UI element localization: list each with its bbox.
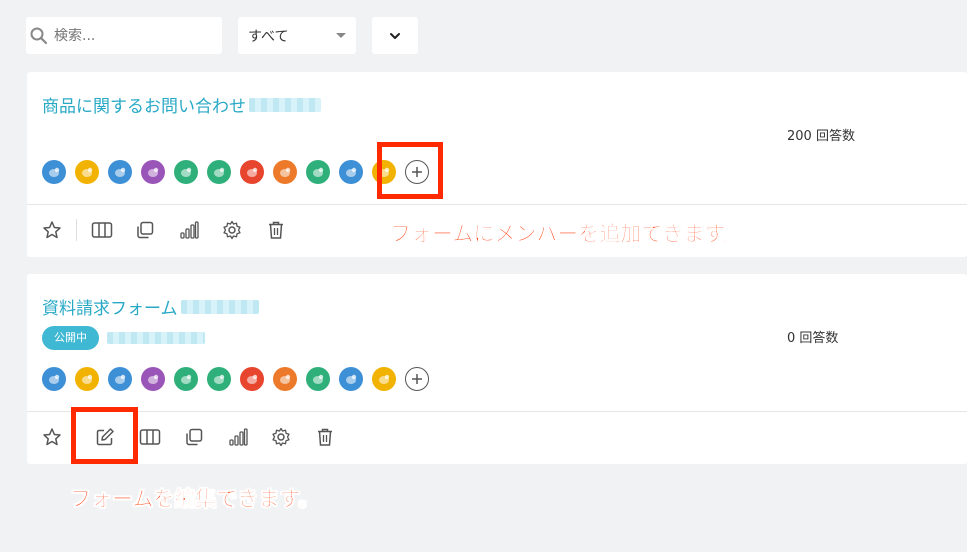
sort-dropdown-button[interactable] bbox=[372, 17, 418, 54]
member-avatar[interactable] bbox=[108, 160, 132, 184]
chevron-down-icon bbox=[390, 32, 400, 39]
member-avatar[interactable] bbox=[174, 160, 198, 184]
status-badge: 公開中 bbox=[42, 326, 99, 350]
member-avatar[interactable] bbox=[372, 367, 396, 391]
member-avatars bbox=[42, 367, 429, 391]
duplicate-icon[interactable] bbox=[184, 427, 204, 447]
duplicate-icon[interactable] bbox=[135, 220, 155, 240]
filter-select-value: すべて bbox=[248, 28, 289, 45]
member-avatars bbox=[42, 160, 429, 184]
caret-down-icon bbox=[336, 33, 346, 38]
card-actions bbox=[42, 219, 286, 241]
member-avatar[interactable] bbox=[141, 160, 165, 184]
card-divider bbox=[27, 411, 967, 412]
redacted-text bbox=[180, 299, 259, 314]
filter-select[interactable]: すべて bbox=[238, 17, 356, 54]
answer-count: 200 回答数 bbox=[787, 129, 855, 144]
trash-icon[interactable] bbox=[266, 220, 286, 240]
member-avatar[interactable] bbox=[207, 367, 231, 391]
form-title: 商品に関するお問い合わせ bbox=[42, 97, 246, 117]
search-icon bbox=[30, 27, 48, 44]
member-avatar[interactable] bbox=[240, 367, 264, 391]
member-avatar[interactable] bbox=[42, 160, 66, 184]
member-avatar[interactable] bbox=[306, 160, 330, 184]
member-avatar[interactable] bbox=[339, 367, 363, 391]
member-avatar[interactable] bbox=[273, 367, 297, 391]
form-title-link[interactable]: 商品に関するお問い合わせ bbox=[42, 92, 321, 117]
settings-gear-icon[interactable] bbox=[222, 220, 242, 240]
member-avatar[interactable] bbox=[339, 160, 363, 184]
member-avatar[interactable] bbox=[240, 160, 264, 184]
search-box[interactable] bbox=[26, 17, 222, 54]
columns-icon[interactable] bbox=[91, 220, 113, 240]
edit-form-annotation: フォームを編集できます。 bbox=[70, 487, 320, 512]
favorite-star-icon[interactable] bbox=[42, 427, 62, 447]
analytics-bar-icon[interactable] bbox=[179, 220, 199, 240]
form-title: 資料請求フォーム bbox=[42, 299, 178, 319]
add-member-highlight bbox=[377, 142, 443, 199]
settings-gear-icon[interactable] bbox=[271, 427, 291, 447]
columns-icon[interactable] bbox=[139, 427, 161, 447]
member-avatar[interactable] bbox=[42, 367, 66, 391]
redacted-text bbox=[107, 332, 205, 344]
member-avatar[interactable] bbox=[108, 367, 132, 391]
member-avatar[interactable] bbox=[207, 160, 231, 184]
member-avatar[interactable] bbox=[75, 160, 99, 184]
favorite-star-icon[interactable] bbox=[42, 220, 62, 240]
add-member-annotation: フォームにメンバーを追加できます。 bbox=[390, 222, 745, 247]
search-input[interactable] bbox=[54, 27, 204, 44]
answer-count: 0 回答数 bbox=[787, 331, 839, 346]
member-avatar[interactable] bbox=[273, 160, 297, 184]
member-avatar[interactable] bbox=[306, 367, 330, 391]
card-divider bbox=[27, 204, 967, 205]
member-avatar[interactable] bbox=[174, 367, 198, 391]
analytics-bar-icon[interactable] bbox=[228, 427, 248, 447]
edit-form-highlight bbox=[71, 407, 138, 464]
trash-icon[interactable] bbox=[315, 427, 335, 447]
form-title-link[interactable]: 資料請求フォーム bbox=[42, 294, 259, 319]
add-member-plus-icon[interactable] bbox=[405, 367, 429, 391]
member-avatar[interactable] bbox=[141, 367, 165, 391]
redacted-text bbox=[249, 97, 321, 112]
toolbar: すべて bbox=[26, 17, 418, 54]
action-separator bbox=[76, 219, 77, 241]
form-card: 資料請求フォーム 公開中 0 回答数 bbox=[27, 274, 967, 464]
member-avatar[interactable] bbox=[75, 367, 99, 391]
